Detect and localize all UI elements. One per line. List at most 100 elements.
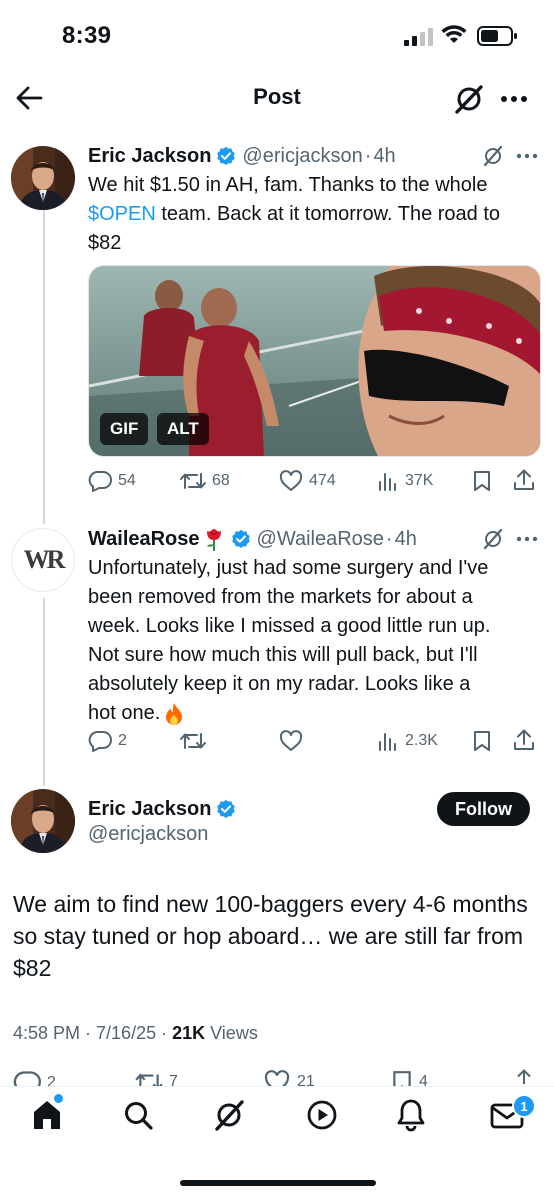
cashtag-link[interactable]: $OPEN	[88, 203, 156, 225]
follow-button[interactable]: Follow	[437, 792, 530, 826]
post-time[interactable]: 4h	[373, 144, 395, 168]
reply-button[interactable]: 2	[13, 1070, 56, 1086]
views-icon	[377, 730, 399, 752]
author-name[interactable]: WaileaRose	[88, 527, 200, 551]
grok-icon	[215, 1100, 244, 1131]
views-button[interactable]: 37K	[377, 470, 433, 492]
post-time[interactable]: 4h	[395, 527, 417, 551]
search-icon	[125, 1102, 153, 1130]
avatar-initials: WR	[23, 545, 66, 574]
more-icon[interactable]	[516, 153, 538, 159]
post-text: We hit $1.50 in AH, fam. Thanks to the w…	[88, 171, 543, 258]
reply-count: 2	[118, 732, 127, 749]
author-handle[interactable]: @WaileaRose	[257, 527, 384, 551]
thread-connector	[43, 204, 45, 524]
reply-button[interactable]: 2	[88, 730, 127, 752]
grok-icon[interactable]	[482, 528, 504, 550]
alt-badge[interactable]: ALT	[157, 413, 209, 445]
tab-notifications[interactable]	[395, 1098, 427, 1132]
gif-media[interactable]	[88, 265, 541, 457]
verified-icon	[216, 799, 236, 819]
post-text-line: Not sure how much this will pull back, b…	[88, 644, 478, 666]
status-time: 8:39	[62, 22, 112, 49]
repost-button[interactable]: 68	[180, 470, 230, 492]
repost-count: 7	[169, 1073, 178, 1086]
repost-count: 68	[212, 472, 230, 489]
reply-button[interactable]: 54	[88, 470, 136, 492]
views-count: 2.3K	[405, 732, 438, 749]
author-handle[interactable]: @ericjackson	[88, 823, 208, 846]
dot-separator: ·	[364, 145, 372, 167]
reply-icon	[88, 730, 112, 752]
share-icon[interactable]	[513, 1068, 535, 1086]
home-indicator	[180, 1180, 376, 1186]
like-icon	[279, 730, 303, 752]
views-count: 21K	[172, 1023, 206, 1043]
bookmark-icon[interactable]	[472, 470, 492, 492]
tab-home[interactable]	[30, 1098, 64, 1132]
repost-icon	[180, 470, 206, 492]
reply-icon	[88, 470, 112, 492]
thread-connector	[43, 598, 45, 786]
post-text-line: team. Back at it tomorrow. The road to	[155, 203, 501, 225]
like-button[interactable]: 474	[279, 470, 336, 492]
author-name[interactable]: Eric Jackson	[88, 797, 211, 821]
views-count: 37K	[405, 472, 434, 489]
bell-icon	[397, 1099, 425, 1132]
avatar[interactable]: WR	[11, 528, 75, 592]
avatar[interactable]	[11, 789, 75, 853]
bookmark-button[interactable]: 4	[391, 1070, 428, 1086]
tab-video[interactable]	[306, 1099, 338, 1131]
like-button[interactable]	[279, 730, 303, 752]
home-unread-dot	[54, 1094, 63, 1103]
grok-icon[interactable]	[482, 145, 504, 167]
cellular-signal-icon	[404, 28, 434, 46]
post-time[interactable]: 4:58 PM · 7/16/25 ·	[13, 1023, 172, 1043]
verified-icon	[216, 146, 236, 166]
reply-count: 2	[47, 1074, 56, 1086]
post-text: We aim to find new 100-baggers every 4-6…	[13, 891, 528, 981]
bookmark-icon	[393, 1071, 411, 1086]
reply-count: 54	[118, 472, 136, 489]
views-icon	[377, 470, 399, 492]
more-icon[interactable]	[516, 536, 538, 542]
post-text: Unfortunately, just had some surgery and…	[88, 554, 543, 728]
verified-icon	[231, 529, 251, 549]
tab-grok[interactable]	[212, 1098, 246, 1132]
bookmark-icon[interactable]	[472, 730, 492, 752]
like-icon	[279, 470, 303, 492]
post-text-line: Unfortunately, just had some surgery and…	[88, 557, 489, 579]
avatar[interactable]	[11, 146, 75, 210]
more-icon[interactable]	[500, 95, 528, 103]
reply-icon	[13, 1071, 41, 1086]
play-circle-icon	[307, 1100, 337, 1130]
home-icon	[34, 1101, 60, 1129]
bookmark-count: 4	[419, 1073, 428, 1086]
post-text-line: We hit $1.50 in AH, fam. Thanks to the w…	[88, 174, 488, 196]
like-icon	[264, 1070, 290, 1086]
grok-icon[interactable]	[453, 84, 485, 114]
battery-icon	[477, 26, 519, 46]
post-text-line: $82	[88, 232, 122, 254]
like-count: 21	[297, 1073, 315, 1086]
repost-icon	[180, 730, 206, 752]
post-text-line: week. Looks like I missed a good little …	[88, 615, 491, 637]
dot-separator: ·	[385, 528, 393, 550]
fire-emoji-icon	[164, 702, 184, 726]
like-count: 474	[309, 472, 336, 489]
views-button[interactable]: 2.3K	[377, 730, 438, 752]
post-timestamp: 4:58 PM · 7/16/25 · 21K Views	[13, 1023, 258, 1044]
like-button[interactable]: 21	[263, 1070, 315, 1086]
repost-button[interactable]: 7	[135, 1070, 178, 1086]
author-name[interactable]: Eric Jackson	[88, 144, 211, 168]
share-icon[interactable]	[513, 468, 535, 492]
rose-emoji-icon	[203, 527, 225, 551]
views-label: Views	[205, 1023, 258, 1043]
post-text-line: hot one.	[88, 702, 161, 724]
gif-badge[interactable]: GIF	[100, 413, 149, 445]
wifi-icon	[441, 25, 467, 45]
share-icon[interactable]	[513, 728, 535, 752]
repost-button[interactable]	[180, 730, 206, 752]
author-handle[interactable]: @ericjackson	[242, 144, 362, 168]
tab-search[interactable]	[122, 1099, 154, 1131]
